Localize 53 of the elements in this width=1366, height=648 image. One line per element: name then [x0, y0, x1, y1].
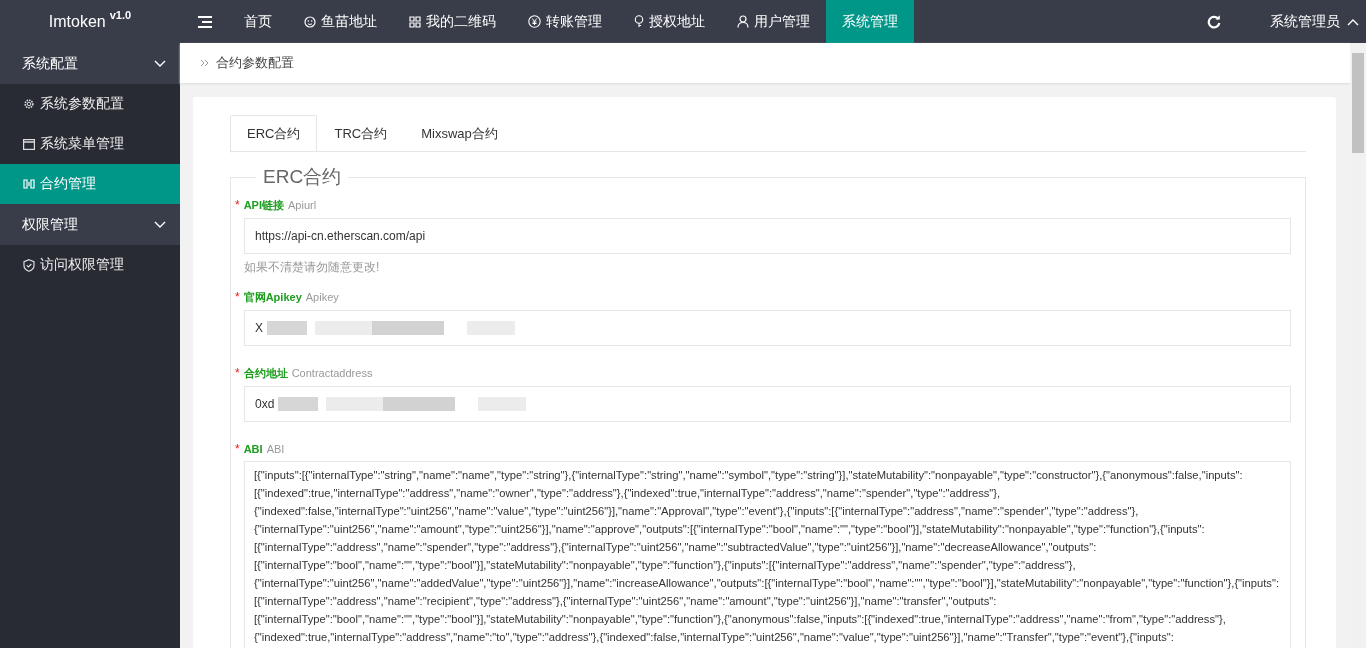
- sidebar-group[interactable]: 权限管理: [0, 204, 180, 245]
- required-mark: *: [235, 442, 240, 456]
- input-field[interactable]: 0xd: [244, 386, 1291, 422]
- nav-tab[interactable]: 转账管理: [512, 0, 618, 43]
- sidebar-item[interactable]: 系统菜单管理: [0, 124, 180, 164]
- field-hint: Apikey: [305, 291, 339, 303]
- field-label: 合约地址: [243, 366, 288, 381]
- field-hint: ABI: [266, 443, 285, 455]
- columns-icon: [23, 179, 35, 189]
- sidebar-item[interactable]: 合约管理: [0, 164, 180, 204]
- refresh-icon[interactable]: [1207, 14, 1221, 29]
- user-menu[interactable]: 系统管理员: [1270, 12, 1359, 31]
- field-hint: Contractaddress: [291, 367, 373, 379]
- nav-tab[interactable]: 授权地址: [618, 0, 721, 43]
- field-label: API链接: [243, 198, 284, 213]
- tab[interactable]: TRC合约: [317, 115, 405, 151]
- key-icon: [634, 15, 644, 28]
- user-icon: [737, 15, 749, 28]
- field-label: ABI: [243, 443, 263, 455]
- double-chevron-icon: [200, 59, 210, 67]
- chevron-icon: [154, 220, 166, 229]
- section-title: ERC合约: [262, 165, 343, 189]
- yen-icon: [528, 15, 541, 28]
- smiley-icon: [304, 15, 316, 28]
- app-logo: Imtoken: [48, 12, 106, 31]
- nav-tab[interactable]: 鱼苗地址: [288, 0, 393, 43]
- nav-tab[interactable]: 用户管理: [721, 0, 826, 43]
- required-mark: *: [235, 290, 240, 304]
- tab[interactable]: Mixswap合约: [404, 115, 515, 151]
- nav-tab[interactable]: 我的二维码: [393, 0, 512, 43]
- nav-tab[interactable]: 首页: [228, 0, 288, 43]
- required-mark: *: [235, 366, 240, 380]
- input-field[interactable]: X: [244, 310, 1291, 346]
- menu-icon[interactable]: [198, 15, 212, 28]
- field-hint: Apiurl: [288, 199, 317, 211]
- breadcrumb: 合约参数配置: [216, 54, 294, 72]
- grid-icon: [409, 15, 421, 28]
- input-field[interactable]: https://api-cn.etherscan.com/api: [244, 218, 1291, 254]
- version-label: v1.0: [109, 8, 132, 21]
- required-mark: *: [235, 198, 240, 212]
- settings-icon: [23, 98, 35, 110]
- chevron-icon: [1347, 17, 1359, 26]
- sidebar-item[interactable]: 访问权限管理: [0, 245, 180, 285]
- window-icon: [23, 138, 35, 150]
- sidebar-item[interactable]: 系统参数配置: [0, 84, 180, 124]
- abi-textarea[interactable]: [{"inputs":[{"internalType":"string","name":"name","type":"string"},{"internalType":"string","name":"symbol","type":"string"}],"stateMutability":"nonpayable","type":"constructor"},{"anonymous":false,"inputs": [{"indexed":true,"internalType":"address","name":"owner","type":"address"},{"indexed":true,"internalType":"address","name":"spender","type":"address"}, {"indexed":false,"internalType":"uint256","name":"value","type":"uint256"}],"name":"Approval","type":"event"},{"inputs":[{"internalType":"address","name":"spender","type":"address"}, {"internalType":"uint256","name":"amount","type":"uint256"}],"name":"approve","outputs":[{"internalType":"bool","name":"","type":"bool"}],"stateMutability":"nonpayable","type":"function"},{"inputs": [{"internalType":"address","name":"spender","type":"address"},{"internalType":"uint256","name":"subtractedValue","type":"uint256"}],"name":"decreaseAllowance","outputs": [{"internalType":"bool","name":"","type":"bool"}],"stateMutability":"nonpayable","type":"function"},{"inputs":[{"internalType":"address","name":"spender","type":"address"}, {"internalType":"uint256","name":"addedValue","type":"uint256"}],"name":"increaseAllowance","outputs":[{"internalType":"bool","name":"","type":"bool"}],"stateMutability":"nonpayable","type":"function"},{"inputs": [{"internalType":"address","name":"recipient","type":"address"},{"internalType":"uint256","name":"amount","type":"uint256"}],"name":"transfer","outputs": [{"internalType":"bool","name":"","type":"bool"}],"stateMutability":"nonpayable","type":"function"},{"anonymous":false,"inputs":[{"indexed":true,"internalType":"address","name":"from","type":"address"}, {"indexed":true,"internalType":"address","name":"to","type":"address"},{"indexed":false,"internalType":"uint256","name":"value","type":"uint256"}],"name":"Transfer","type":"event"},{"inputs":: [244, 461, 1291, 648]
- nav-tab[interactable]: 系统管理: [826, 0, 914, 43]
- chevron-icon: [154, 59, 166, 68]
- shield-icon: [23, 258, 35, 272]
- help-text: 如果不清楚请勿随意更改!: [244, 259, 381, 276]
- field-label: 官网Apikey: [243, 290, 302, 305]
- sidebar-group[interactable]: 系统配置: [0, 43, 180, 84]
- tab[interactable]: ERC合约: [230, 115, 318, 153]
